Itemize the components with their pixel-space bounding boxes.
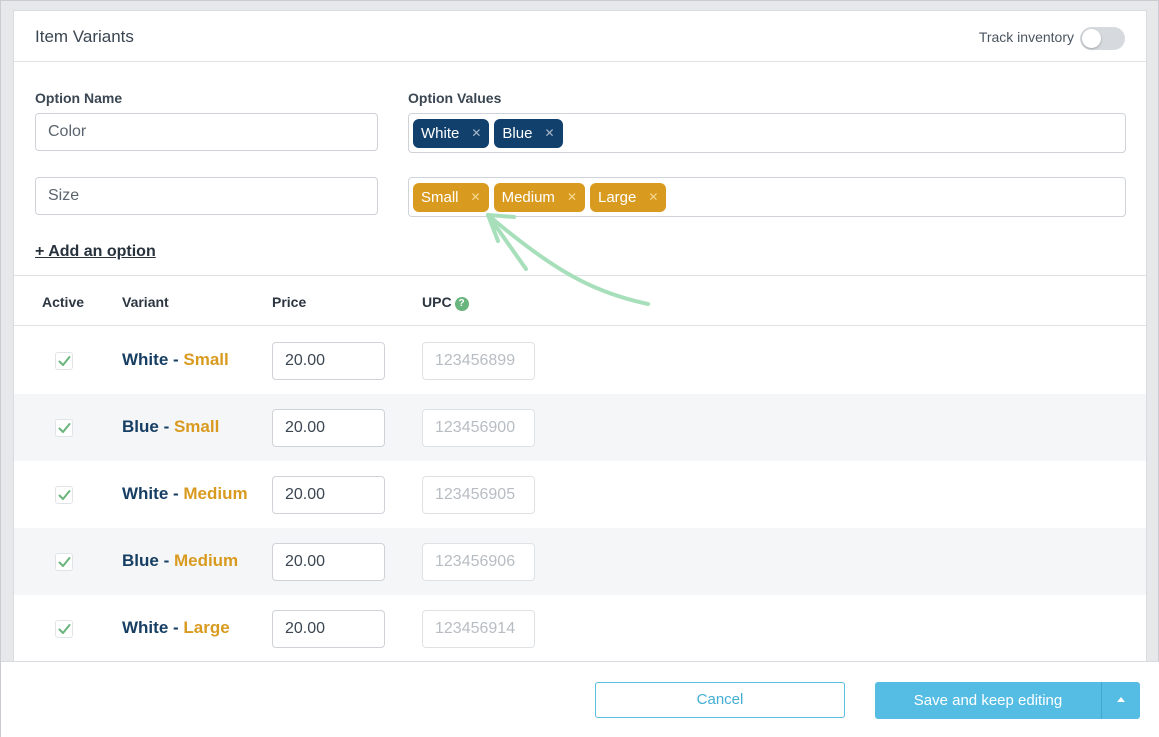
option-values-input-color[interactable]: White ✕ Blue ✕ xyxy=(408,113,1126,153)
variant-name: Blue - Small xyxy=(122,417,219,437)
checkmark-icon xyxy=(58,423,71,433)
price-input[interactable]: 20.00 xyxy=(272,476,385,514)
tag-label: Small xyxy=(421,188,459,206)
save-and-keep-editing-button[interactable]: Save and keep editing xyxy=(875,682,1101,719)
tag-label: Blue xyxy=(502,124,533,142)
tag-label: Large xyxy=(598,188,637,206)
column-header-variant: Variant xyxy=(122,294,169,310)
price-input[interactable]: 20.00 xyxy=(272,409,385,447)
variant-name: White - Small xyxy=(122,350,229,370)
variant-separator: - xyxy=(158,551,174,570)
variant-size: Medium xyxy=(173,551,239,570)
option-value-tag[interactable]: Blue ✕ xyxy=(494,118,563,148)
variant-size: Small xyxy=(183,350,229,369)
variant-separator: - xyxy=(168,350,184,369)
option-name-header: Option Name xyxy=(35,90,123,106)
column-header-active: Active xyxy=(42,294,85,310)
footer-bar: Cancel Save and keep editing xyxy=(1,661,1159,737)
option-value-tag[interactable]: Large ✕ xyxy=(590,182,667,212)
option-name-input-color[interactable]: Color xyxy=(35,113,378,151)
variant-size: Large xyxy=(183,618,230,637)
add-option-link[interactable]: + Add an option xyxy=(35,243,156,261)
variant-size: Medium xyxy=(183,484,248,503)
active-checkbox[interactable] xyxy=(55,486,73,504)
variant-color: White xyxy=(122,350,169,369)
upc-input[interactable]: 123456914 xyxy=(422,610,535,648)
caret-up-icon xyxy=(1117,697,1125,702)
x-icon[interactable]: ✕ xyxy=(648,190,658,204)
upc-input[interactable]: 123456899 xyxy=(422,342,535,380)
option-values-header: Option Values xyxy=(408,90,502,106)
option-values-input-size[interactable]: Small ✕ Medium ✕ Large ✕ xyxy=(408,177,1126,217)
question-icon[interactable]: ? xyxy=(454,297,469,311)
variant-color: Blue xyxy=(122,417,159,436)
active-checkbox[interactable] xyxy=(55,553,73,571)
price-input[interactable]: 20.00 xyxy=(272,543,385,581)
checkmark-icon xyxy=(58,356,71,366)
variant-color: White xyxy=(122,618,169,637)
tag-label: Medium xyxy=(501,188,555,206)
active-checkbox[interactable] xyxy=(55,419,73,437)
variant-name: White - Large xyxy=(122,618,230,638)
track-inventory-label: Track inventory xyxy=(978,29,1074,45)
active-checkbox[interactable] xyxy=(55,620,73,638)
table-row: Blue - Medium 20.00 123456906 xyxy=(14,528,1146,595)
variant-size: Small xyxy=(173,417,220,436)
variant-name: White - Medium xyxy=(122,484,248,504)
upc-input[interactable]: 123456900 xyxy=(422,409,535,447)
upc-header-label: UPC xyxy=(422,294,452,310)
variants-table-header: Active Variant Price UPC? xyxy=(14,275,1146,326)
panel-title: Item Variants xyxy=(35,27,134,46)
table-row: Blue - Small 20.00 123456900 xyxy=(14,394,1146,461)
table-row: White - Medium 20.00 123456905 xyxy=(14,461,1146,528)
option-value-tag[interactable]: White ✕ xyxy=(413,118,490,148)
variant-separator: - xyxy=(158,417,174,436)
price-input[interactable]: 20.00 xyxy=(272,342,385,380)
column-header-upc: UPC? xyxy=(422,294,469,311)
option-value-tag[interactable]: Small ✕ xyxy=(413,182,489,212)
track-inventory-toggle[interactable] xyxy=(1080,27,1125,50)
active-checkbox[interactable] xyxy=(55,352,73,370)
variant-color: Blue xyxy=(122,551,159,570)
app-frame: Item Variants Track inventory Option Nam… xyxy=(0,0,1159,737)
table-row: White - Large 20.00 123456914 xyxy=(14,595,1146,661)
checkmark-icon xyxy=(58,624,71,634)
variant-separator: - xyxy=(168,618,184,637)
x-icon[interactable]: ✕ xyxy=(544,126,554,140)
x-icon[interactable]: ✕ xyxy=(471,126,481,140)
panel-header: Item Variants Track inventory xyxy=(14,11,1146,62)
variant-separator: - xyxy=(168,484,184,503)
checkmark-icon xyxy=(58,490,71,500)
tag-label: White xyxy=(421,124,460,142)
variant-color: White xyxy=(122,484,169,503)
price-input[interactable]: 20.00 xyxy=(272,610,385,648)
x-icon[interactable]: ✕ xyxy=(567,190,577,204)
upc-input[interactable]: 123456905 xyxy=(422,476,535,514)
item-variants-panel: Item Variants Track inventory Option Nam… xyxy=(13,10,1147,662)
table-row: White - Small 20.00 123456899 xyxy=(14,327,1146,394)
toggle-knob xyxy=(1082,29,1101,48)
option-name-input-size[interactable]: Size xyxy=(35,177,378,215)
checkmark-icon xyxy=(58,557,71,567)
x-icon[interactable]: ✕ xyxy=(471,190,481,204)
cancel-button[interactable]: Cancel xyxy=(595,682,845,718)
variant-name: Blue - Medium xyxy=(122,551,238,571)
upc-input[interactable]: 123456906 xyxy=(422,543,535,581)
option-value-tag[interactable]: Medium ✕ xyxy=(493,182,585,212)
save-options-dropdown-button[interactable] xyxy=(1101,682,1140,719)
column-header-price: Price xyxy=(272,294,307,310)
